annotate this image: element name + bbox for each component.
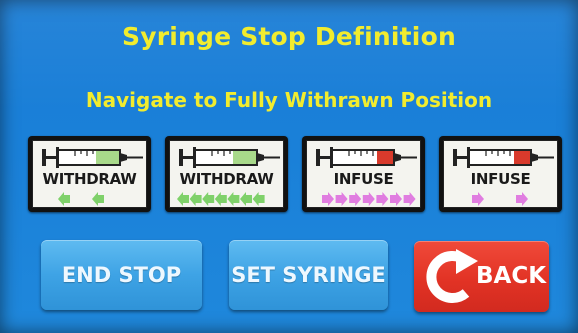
left-arrow-icon (92, 192, 104, 206)
tile-label: WITHDRAW (179, 170, 274, 188)
tile-label: INFUSE (333, 170, 394, 188)
back-label: BACK (476, 263, 547, 289)
tile-label: WITHDRAW (42, 170, 137, 188)
left-arrow-icon (58, 192, 70, 206)
left-arrow-icon (177, 192, 189, 206)
right-arrow-icon (390, 192, 402, 206)
page-title: Syringe Stop Definition (122, 22, 456, 51)
arrow-indicator-icon (58, 192, 104, 206)
right-arrow-icon (516, 192, 528, 206)
right-arrow-icon (349, 192, 362, 206)
instruction-text: Navigate to Fully Withrawn Position (85, 88, 493, 112)
left-arrow-icon (240, 192, 252, 206)
right-arrow-icon (376, 192, 389, 206)
right-arrow-icon (362, 192, 375, 206)
arrow-indicator-icon (177, 192, 265, 206)
left-arrow-icon (214, 192, 227, 206)
right-arrow-icon (322, 192, 334, 206)
withdraw-slow-button[interactable]: WITHDRAW (28, 136, 151, 212)
infuse-slow-button[interactable]: INFUSE (439, 136, 562, 212)
set-syringe-button[interactable]: SET SYRINGE (229, 240, 388, 310)
left-arrow-icon (252, 192, 265, 206)
infuse-fast-button[interactable]: INFUSE (302, 136, 425, 212)
left-arrow-icon (202, 192, 215, 206)
syringe-icon (179, 147, 280, 168)
arrow-indicator-icon (322, 192, 416, 206)
right-arrow-icon (335, 192, 348, 206)
tile-label: INFUSE (470, 170, 531, 188)
arrow-indicator-icon (472, 192, 528, 206)
syringe-icon (453, 147, 554, 168)
withdraw-fast-button[interactable]: WITHDRAW (165, 136, 288, 212)
syringe-icon (42, 147, 143, 168)
left-arrow-icon (189, 192, 202, 206)
curved-back-arrow-icon (426, 249, 478, 303)
left-arrow-icon (227, 192, 240, 206)
syringe-icon (316, 147, 417, 168)
back-button[interactable]: BACK (414, 241, 549, 312)
right-arrow-icon (403, 192, 416, 206)
right-arrow-icon (472, 192, 484, 206)
pump-screen: Syringe Stop Definition Navigate to Full… (0, 0, 578, 333)
end-stop-button[interactable]: END STOP (41, 240, 202, 310)
